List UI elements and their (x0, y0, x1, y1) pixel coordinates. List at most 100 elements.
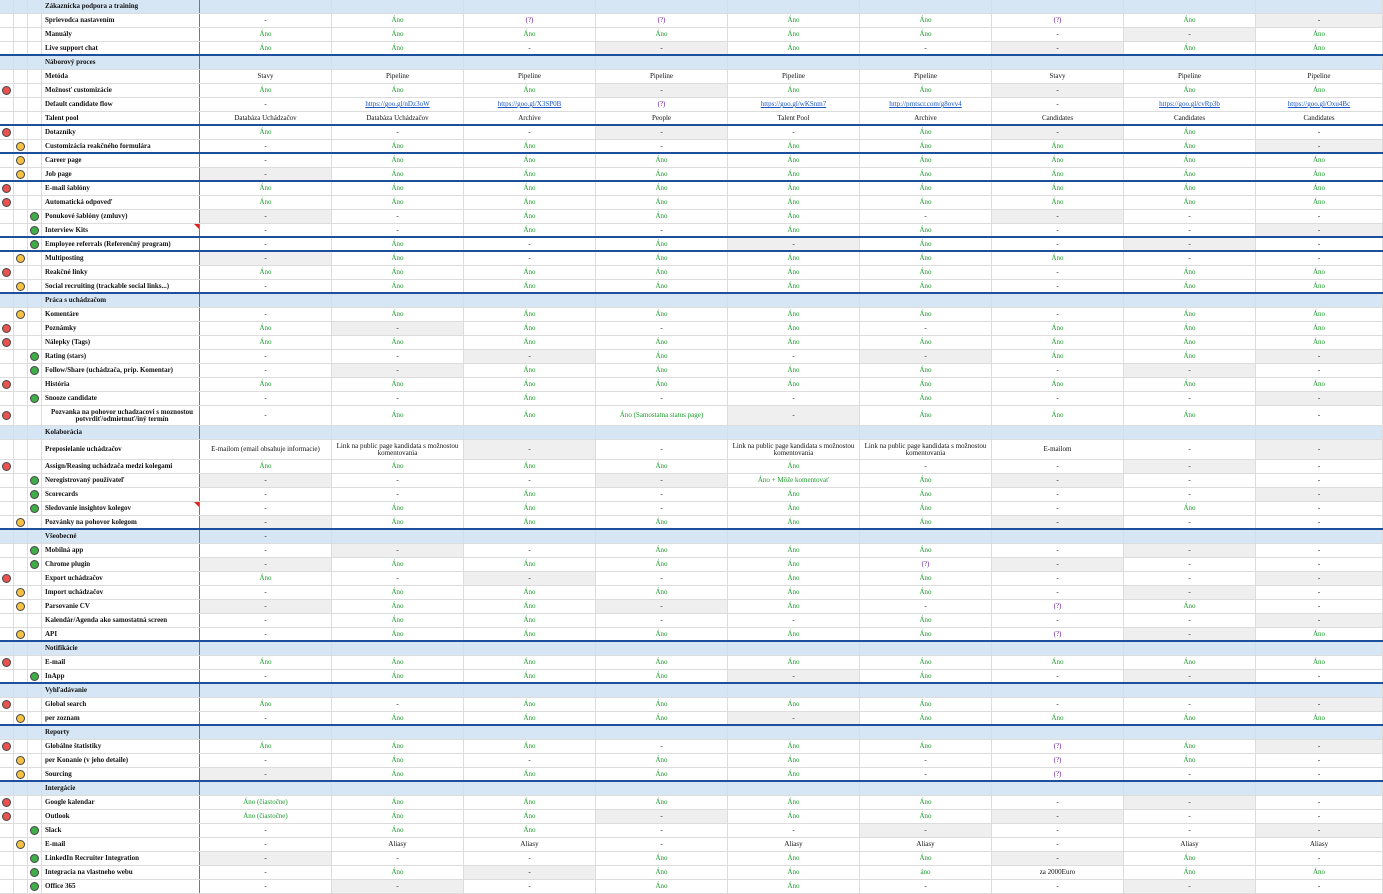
value-cell[interactable]: - (1124, 880, 1256, 893)
value-cell[interactable] (1124, 726, 1256, 739)
value-cell[interactable]: Áno (464, 810, 596, 823)
priority-cell-yellow[interactable] (14, 866, 28, 879)
priority-cell-yellow[interactable] (14, 322, 28, 335)
value-cell[interactable]: - (200, 824, 332, 837)
priority-cell-yellow[interactable] (14, 308, 28, 321)
value-cell[interactable]: Áno (1256, 154, 1383, 167)
feature-name[interactable]: Interview Kits (42, 224, 200, 236)
value-cell[interactable]: - (200, 392, 332, 405)
value-cell[interactable] (596, 294, 728, 307)
value-cell[interactable]: - (1256, 670, 1383, 682)
value-cell[interactable]: - (1124, 364, 1256, 377)
priority-cell-green[interactable] (28, 426, 42, 439)
value-cell[interactable]: Áno (596, 558, 728, 571)
value-cell[interactable]: Áno (596, 754, 728, 767)
value-cell[interactable] (332, 56, 464, 69)
value-cell[interactable] (728, 684, 860, 697)
priority-cell-red[interactable] (0, 392, 14, 405)
value-cell[interactable]: Áno (860, 196, 992, 209)
value-cell[interactable] (332, 726, 464, 739)
value-cell[interactable]: Áno (Samostatna status page) (596, 406, 728, 425)
value-cell[interactable]: Áno (332, 406, 464, 425)
value-cell[interactable]: - (1256, 586, 1383, 599)
value-cell[interactable]: Áno (464, 140, 596, 152)
value-cell[interactable]: - (200, 586, 332, 599)
value-cell[interactable]: - (200, 98, 332, 111)
feature-name[interactable]: Job page (42, 168, 200, 180)
value-cell[interactable]: - (1256, 364, 1383, 377)
value-cell[interactable]: Áno (464, 740, 596, 753)
value-cell[interactable] (860, 782, 992, 795)
value-cell[interactable]: - (992, 474, 1124, 487)
section-title[interactable]: Notifikácie (42, 642, 200, 655)
value-cell[interactable]: - (1124, 440, 1256, 459)
value-cell[interactable]: - (200, 544, 332, 557)
section-title[interactable]: Vyhľadávanie (42, 684, 200, 697)
value-cell[interactable] (728, 530, 860, 543)
value-cell[interactable]: - (1256, 880, 1383, 893)
priority-cell-red[interactable] (0, 350, 14, 363)
value-cell[interactable] (200, 294, 332, 307)
value-cell[interactable] (332, 294, 464, 307)
feature-name[interactable]: Import uchádzačov (42, 586, 200, 599)
priority-cell-green[interactable] (28, 70, 42, 83)
priority-cell-green[interactable] (28, 140, 42, 152)
value-cell[interactable]: - (464, 474, 596, 487)
priority-cell-yellow[interactable] (14, 406, 28, 425)
value-cell[interactable]: - (200, 488, 332, 501)
value-cell[interactable]: Áno (860, 308, 992, 321)
priority-cell-red[interactable] (0, 488, 14, 501)
value-cell[interactable]: - (1256, 810, 1383, 823)
priority-cell-red[interactable] (0, 112, 14, 124)
value-cell[interactable]: - (1256, 210, 1383, 223)
value-cell[interactable]: - (728, 238, 860, 250)
value-cell[interactable]: - (596, 126, 728, 139)
value-cell[interactable]: Áno (1256, 84, 1383, 97)
value-cell[interactable]: - (860, 322, 992, 335)
value-cell[interactable]: Áno (1256, 866, 1383, 879)
value-cell[interactable]: - (332, 852, 464, 865)
value-cell[interactable]: Áno (332, 502, 464, 515)
value-cell[interactable]: - (1124, 210, 1256, 223)
value-cell[interactable]: Áno (332, 238, 464, 250)
priority-cell-yellow[interactable] (14, 210, 28, 223)
value-cell[interactable]: - (728, 670, 860, 682)
value-cell[interactable] (860, 642, 992, 655)
value-cell[interactable]: Aliasy (332, 838, 464, 851)
feature-name[interactable]: Ponukové šablóny (zmluvy) (42, 210, 200, 223)
value-cell[interactable] (200, 782, 332, 795)
priority-cell-yellow[interactable] (14, 698, 28, 711)
value-cell[interactable]: Áno (992, 154, 1124, 167)
priority-cell-green[interactable] (28, 880, 42, 893)
value-cell[interactable]: Link na public page kandidata s možnosto… (332, 440, 464, 459)
value-cell[interactable]: - (992, 516, 1124, 528)
value-cell[interactable] (1124, 530, 1256, 543)
value-cell[interactable]: (?) (992, 754, 1124, 767)
value-cell[interactable]: Áno (1124, 308, 1256, 321)
value-cell[interactable]: Áno (860, 810, 992, 823)
feature-name[interactable]: Neregistrovaný používateľ (42, 474, 200, 487)
priority-cell-green[interactable] (28, 364, 42, 377)
priority-cell-yellow[interactable] (14, 70, 28, 83)
value-cell[interactable]: Áno (860, 364, 992, 377)
value-cell[interactable]: Áno (332, 600, 464, 613)
value-cell[interactable]: Áno (332, 280, 464, 292)
priority-cell-green[interactable] (28, 182, 42, 195)
value-cell[interactable]: Áno (čiastočne) (200, 796, 332, 809)
value-cell[interactable]: - (992, 308, 1124, 321)
value-cell[interactable]: Áno (596, 768, 728, 780)
value-cell[interactable]: E-mailom (992, 440, 1124, 459)
value-cell[interactable]: Áno (464, 712, 596, 724)
value-cell[interactable]: - (1256, 140, 1383, 152)
priority-cell-yellow[interactable] (14, 670, 28, 682)
value-cell[interactable]: - (332, 364, 464, 377)
value-cell[interactable]: Aliasy (1124, 838, 1256, 851)
value-cell[interactable]: - (1124, 238, 1256, 250)
priority-cell-yellow[interactable] (14, 642, 28, 655)
value-cell[interactable]: - (332, 488, 464, 501)
value-cell[interactable]: - (1124, 474, 1256, 487)
priority-cell-yellow[interactable] (14, 768, 28, 780)
priority-cell-red[interactable] (0, 712, 14, 724)
priority-cell-green[interactable] (28, 126, 42, 139)
priority-cell-green[interactable] (28, 280, 42, 292)
